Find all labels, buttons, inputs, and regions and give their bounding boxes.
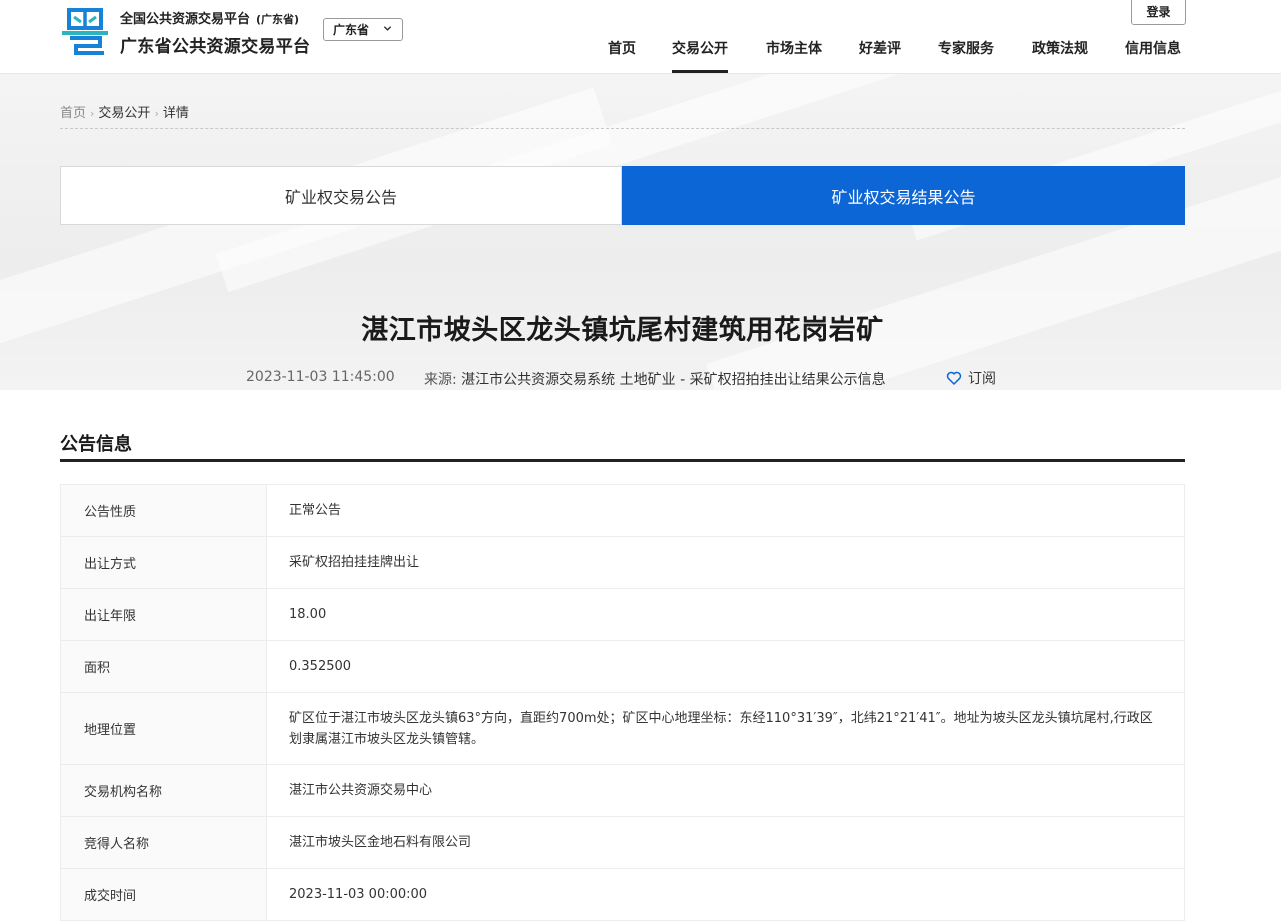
tab-mining-trade-result[interactable]: 矿业权交易结果公告 [622,166,1185,225]
breadcrumb-trade-public[interactable]: 交易公开 [98,106,150,121]
section-divider [60,459,1185,462]
brand-subtitle: 全国公共资源交易平台 (广东省) [120,12,300,27]
heart-icon [946,371,962,385]
row-value: 18.00 [266,588,1185,641]
yue-logo-icon[interactable] [60,6,110,56]
table-row: 竞得人名称 湛江市坡头区金地石料有限公司 [60,816,1185,869]
breadcrumb-home[interactable]: 首页 [60,106,86,121]
breadcrumb: 首页 › 交易公开 › 详情 [60,102,189,121]
row-key: 竞得人名称 [60,816,267,869]
row-key: 出让年限 [60,588,267,641]
source-info: 来源: 湛江市公共资源交易系统 土地矿业 - 采矿权招拍挂出让结果公示信息 [424,369,886,389]
site-header: 全国公共资源交易平台 (广东省) 广东省公共资源交易平台 广东省 登录 首页 交易… [0,0,1281,74]
chevron-right-icon: › [90,107,95,120]
row-key: 公告性质 [60,484,267,537]
row-key: 交易机构名称 [60,764,267,817]
table-row: 公告性质 正常公告 [60,484,1185,537]
notice-info-table: 公告性质 正常公告 出让方式 采矿权招拍挂挂牌出让 出让年限 18.00 面积 … [60,484,1185,921]
chevron-down-icon [383,26,392,31]
row-key: 出让方式 [60,536,267,589]
publish-date: 2023-11-03 11:45:00 [246,369,395,385]
row-key: 地理位置 [60,692,267,765]
notice-tabs: 矿业权交易公告 矿业权交易结果公告 [60,166,1185,225]
login-button[interactable]: 登录 [1131,0,1186,25]
nav-expert-service[interactable]: 专家服务 [938,38,994,72]
row-key: 成交时间 [60,868,267,921]
table-row: 出让年限 18.00 [60,588,1185,641]
breadcrumb-divider [60,128,1185,129]
subscribe-label: 订阅 [968,371,996,387]
table-row: 地理位置 矿区位于湛江市坡头区龙头镇63°方向，直距约700m处；矿区中心地理坐… [60,692,1185,765]
subscribe-button[interactable]: 订阅 [946,368,996,388]
nav-review[interactable]: 好差评 [859,38,901,72]
source-label: 来源: [424,372,457,388]
row-value: 正常公告 [266,484,1185,537]
table-row: 面积 0.352500 [60,640,1185,693]
table-row: 成交时间 2023-11-03 00:00:00 [60,868,1185,921]
section-title: 公告信息 [60,434,132,455]
row-value: 矿区位于湛江市坡头区龙头镇63°方向，直距约700m处；矿区中心地理坐标：东经1… [266,692,1185,765]
nav-market-entity[interactable]: 市场主体 [766,38,822,72]
row-key: 面积 [60,640,267,693]
row-value: 2023-11-03 00:00:00 [266,868,1185,921]
table-row: 交易机构名称 湛江市公共资源交易中心 [60,764,1185,817]
row-value: 湛江市坡头区金地石料有限公司 [266,816,1185,869]
row-value: 采矿权招拍挂挂牌出让 [266,536,1185,589]
row-value: 0.352500 [266,640,1185,693]
nav-home[interactable]: 首页 [608,38,636,72]
source-value: 湛江市公共资源交易系统 土地矿业 - 采矿权招拍挂出让结果公示信息 [461,372,886,388]
nav-policy[interactable]: 政策法规 [1032,38,1088,72]
table-row: 出让方式 采矿权招拍挂挂牌出让 [60,536,1185,589]
breadcrumb-current: 详情 [162,106,189,121]
chevron-right-icon: › [154,107,159,120]
row-value: 湛江市公共资源交易中心 [266,764,1185,817]
nav-trade-public[interactable]: 交易公开 [672,38,728,73]
tab-mining-trade-notice[interactable]: 矿业权交易公告 [60,166,622,225]
region-select[interactable]: 广东省 [323,18,403,41]
brand-title[interactable]: 广东省公共资源交易平台 [120,32,310,57]
nav-credit[interactable]: 信用信息 [1125,38,1181,72]
region-select-value: 广东省 [333,23,370,37]
page-title: 湛江市坡头区龙头镇坑尾村建筑用花岗岩矿 [361,315,884,346]
